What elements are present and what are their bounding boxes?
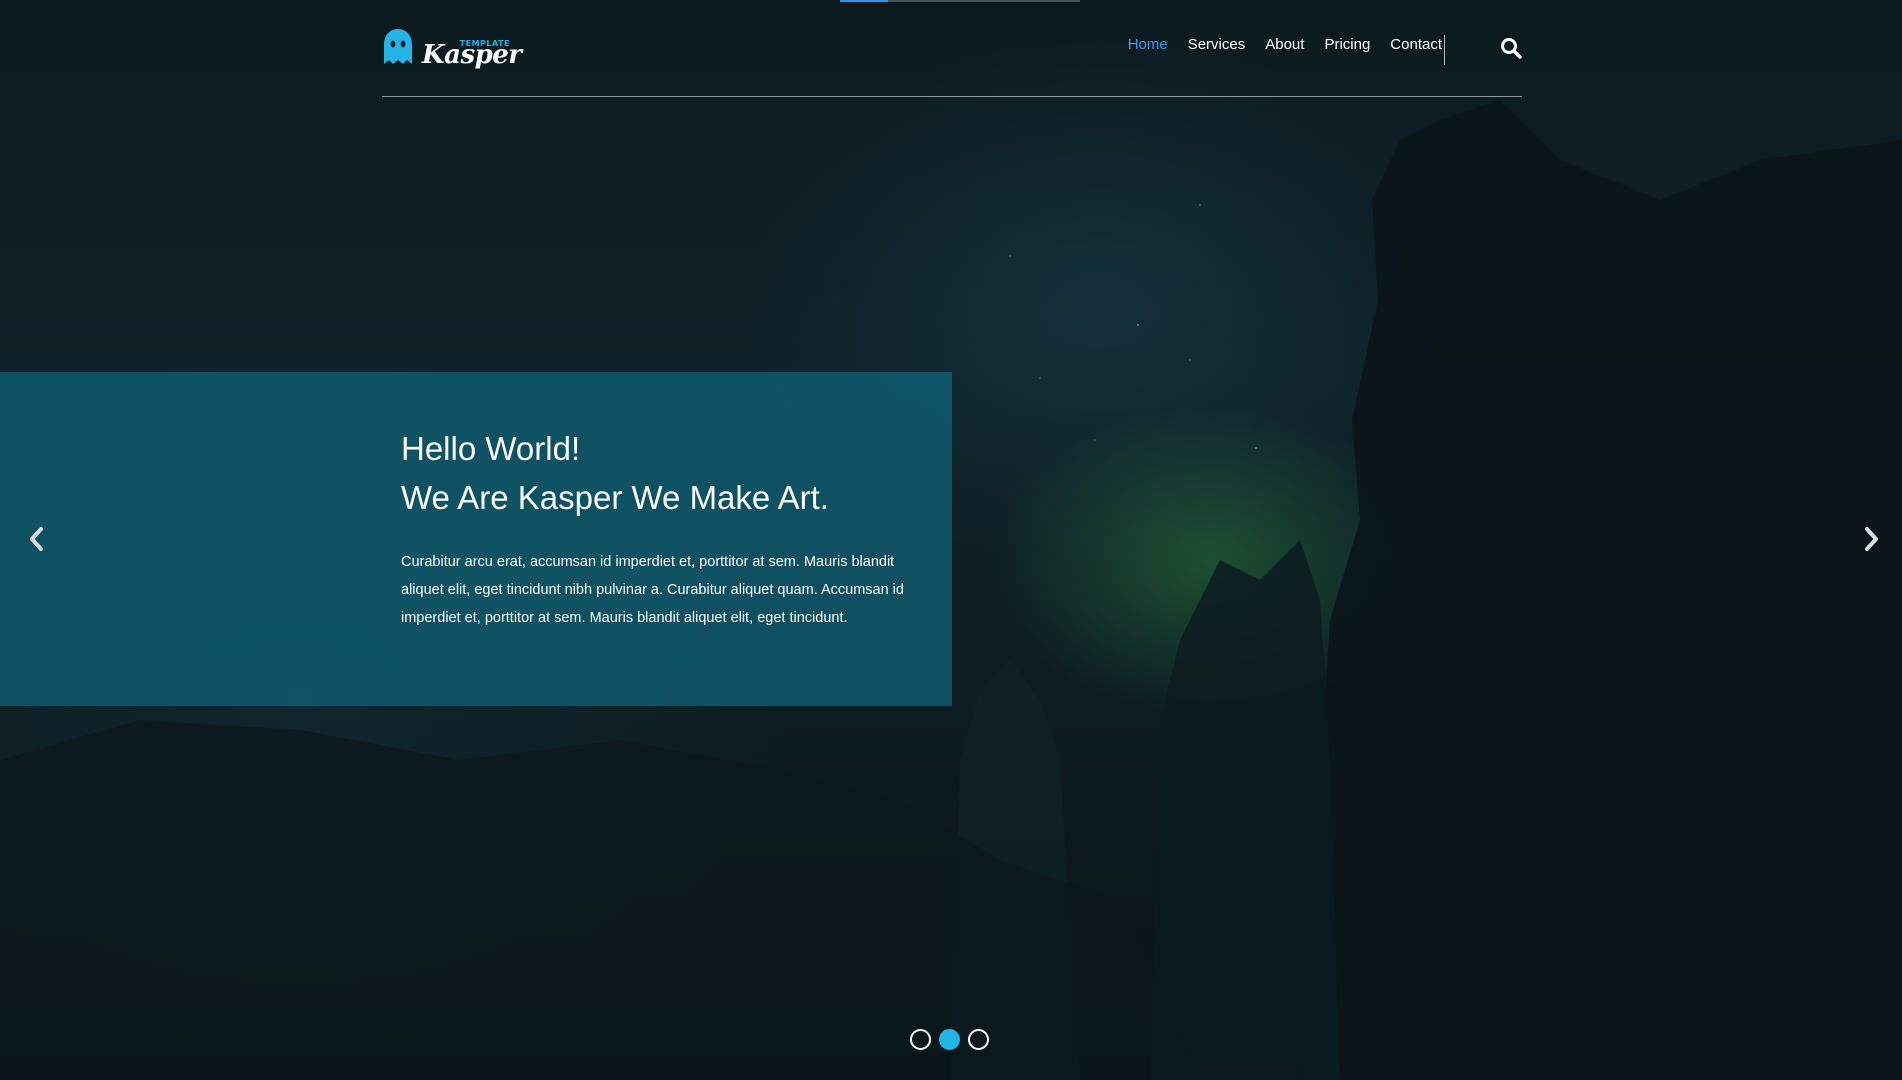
hero-panel: Hello World! We Are Kasper We Make Art. … xyxy=(0,372,952,706)
site-header: TEMPLATE Kasper Home Services About Pric… xyxy=(382,0,1522,97)
brand-wordmark: TEMPLATE Kasper xyxy=(422,27,522,70)
nav-link-contact[interactable]: Contact xyxy=(1390,36,1442,53)
brand-name: Kasper xyxy=(422,40,522,70)
hero-description: Curabitur arcu erat, accumsan id imperdi… xyxy=(401,553,904,626)
search-icon xyxy=(1501,38,1522,59)
nav-link-about[interactable]: About xyxy=(1265,36,1304,53)
nav-link-services[interactable]: Services xyxy=(1188,36,1246,53)
main-nav: Home Services About Pricing Contact xyxy=(1108,36,1442,53)
slider-bullets xyxy=(906,1029,993,1050)
nav-divider xyxy=(1444,35,1445,65)
ghost-logo-icon xyxy=(384,29,412,64)
slider-bullet-1[interactable] xyxy=(910,1029,931,1050)
nav-link-pricing[interactable]: Pricing xyxy=(1324,36,1370,53)
chevron-right-icon xyxy=(1865,527,1878,551)
brand-logo[interactable]: TEMPLATE Kasper xyxy=(382,24,522,70)
slider-next-button[interactable] xyxy=(1856,524,1886,554)
chevron-left-icon xyxy=(30,527,43,551)
hero-content: Hello World! We Are Kasper We Make Art. … xyxy=(401,428,921,632)
slider-bullet-3[interactable] xyxy=(968,1029,989,1050)
landing-page: TEMPLATE Kasper Home Services About Pric… xyxy=(0,0,1902,1080)
hero-title-line2: We Are Kasper We Make Art. xyxy=(401,478,829,516)
search-button[interactable] xyxy=(1500,37,1522,59)
hero-title-line1: Hello World! xyxy=(401,430,581,467)
slider-prev-button[interactable] xyxy=(22,524,52,554)
slider-bullet-2[interactable] xyxy=(939,1029,960,1050)
nav-link-home[interactable]: Home xyxy=(1128,36,1168,53)
